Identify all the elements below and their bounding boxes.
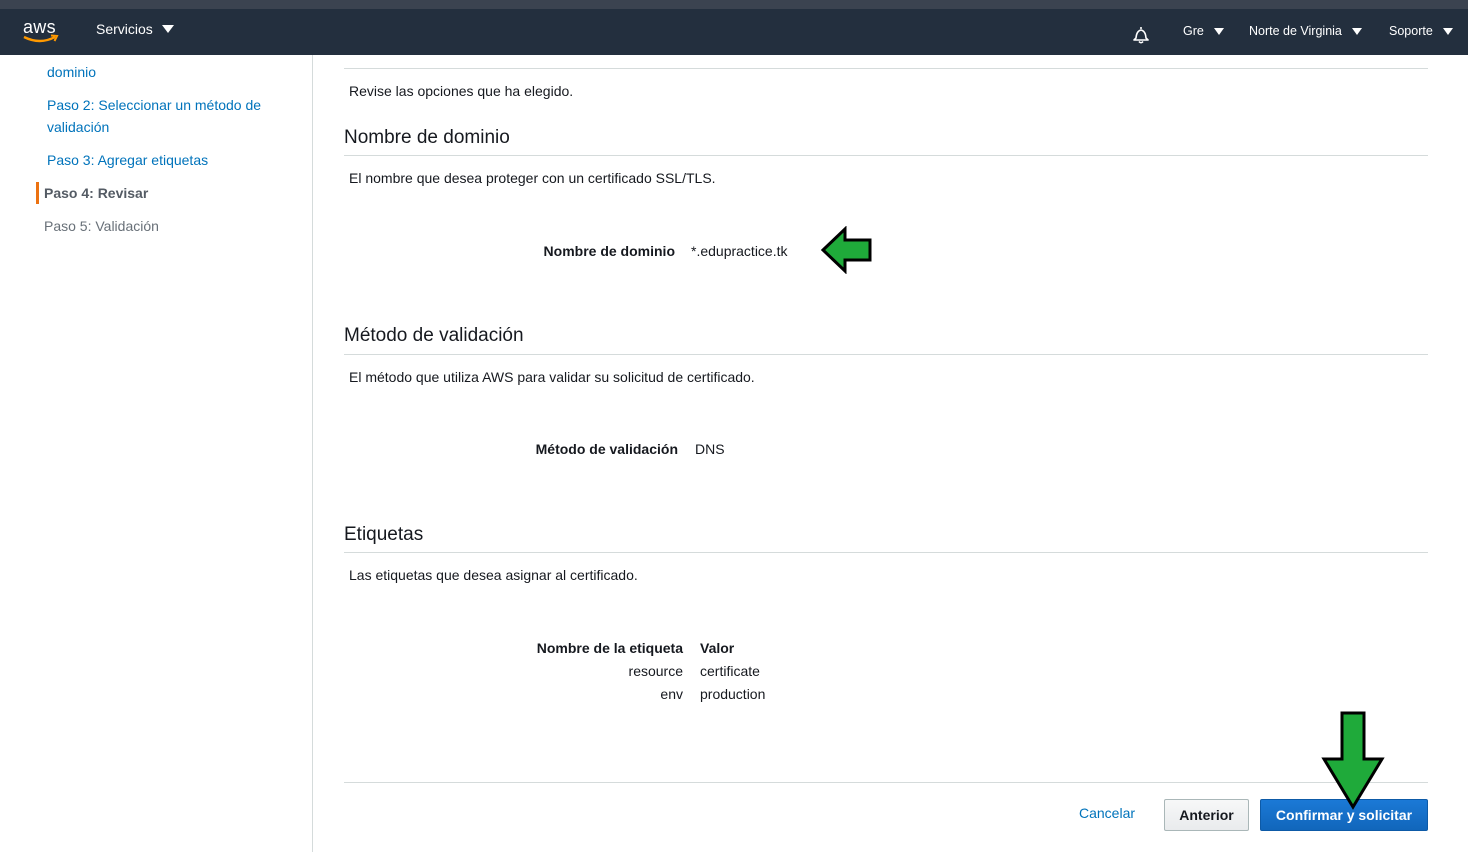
tag-value-header: Valor xyxy=(700,640,735,656)
review-intro-text: Revise las opciones que ha elegido. xyxy=(349,83,574,99)
divider xyxy=(344,552,1428,553)
tags-section-description: Las etiquetas que desea asignar al certi… xyxy=(349,567,638,583)
divider xyxy=(344,68,1428,69)
sidebar-item-step2[interactable]: Paso 2: Seleccionar un método de validac… xyxy=(47,94,297,138)
region-menu-label: Norte de Virginia xyxy=(1249,24,1342,38)
aws-smile-icon xyxy=(23,34,59,43)
user-menu-label: Gre xyxy=(1183,24,1204,38)
support-menu[interactable]: Soporte xyxy=(1389,24,1453,38)
user-menu[interactable]: Gre xyxy=(1183,24,1224,38)
validation-section-title: Método de validación xyxy=(344,325,524,346)
domain-name-label: Nombre de dominio xyxy=(543,243,675,259)
green-arrow-down-icon xyxy=(1321,711,1385,810)
sidebar-item-step4: Paso 4: Revisar xyxy=(44,185,149,201)
green-arrow-left-icon xyxy=(820,226,872,274)
tags-section-title: Etiquetas xyxy=(344,524,424,545)
caret-down-icon xyxy=(1213,27,1224,35)
tag-value-cell: production xyxy=(700,686,766,702)
cancel-button[interactable]: Cancelar xyxy=(1079,805,1135,821)
current-step-marker xyxy=(36,182,39,204)
support-menu-label: Soporte xyxy=(1389,24,1433,38)
validation-method-label: Método de validación xyxy=(535,441,678,457)
domain-name-value: *.edupractice.tk xyxy=(691,243,788,259)
divider xyxy=(344,155,1428,156)
wizard-steps-sidebar xyxy=(0,55,313,852)
aws-logo[interactable]: aws xyxy=(22,17,62,47)
sidebar-item-step5: Paso 5: Validación xyxy=(44,218,159,234)
tag-key-cell: env xyxy=(660,686,683,702)
bell-icon[interactable] xyxy=(1131,25,1151,45)
divider xyxy=(344,782,1428,783)
services-menu-label: Servicios xyxy=(96,21,153,37)
tag-key-header: Nombre de la etiqueta xyxy=(536,640,683,656)
region-menu[interactable]: Norte de Virginia xyxy=(1249,24,1362,38)
caret-down-icon xyxy=(161,25,174,33)
tag-value-cell: certificate xyxy=(700,663,760,679)
domain-section-description: El nombre que desea proteger con un cert… xyxy=(349,170,716,186)
previous-button[interactable]: Anterior xyxy=(1164,799,1249,831)
validation-section-description: El método que utiliza AWS para validar s… xyxy=(349,369,755,385)
divider xyxy=(344,354,1428,355)
caret-down-icon xyxy=(1442,27,1453,35)
tag-key-cell: resource xyxy=(628,663,683,679)
domain-section-title: Nombre de dominio xyxy=(344,127,510,148)
services-menu[interactable]: Servicios xyxy=(96,21,174,37)
caret-down-icon xyxy=(1351,27,1362,35)
validation-method-value: DNS xyxy=(695,441,725,457)
top-navigation-bar: aws Servicios Gre Norte de Virginia Sopo… xyxy=(0,0,1468,55)
sidebar-item-step3[interactable]: Paso 3: Agregar etiquetas xyxy=(47,149,297,171)
sidebar-item-step1[interactable]: dominio xyxy=(47,61,297,83)
